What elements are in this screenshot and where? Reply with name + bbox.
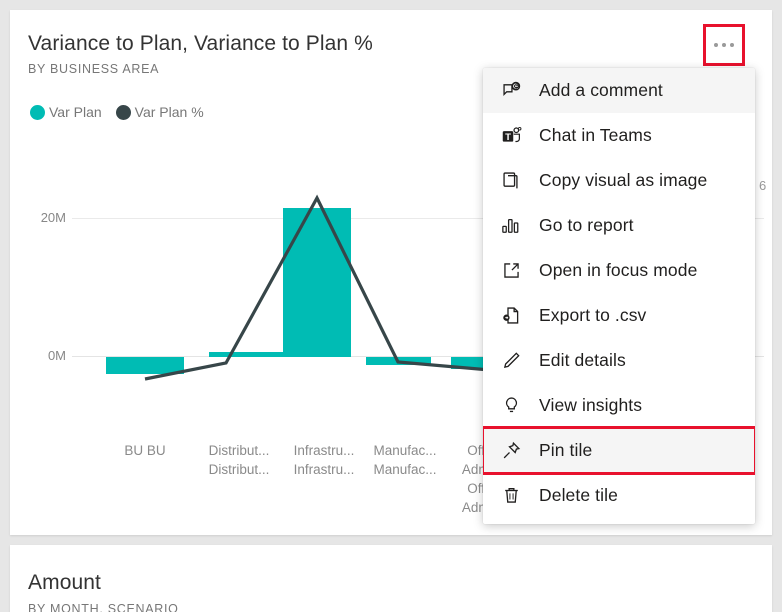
x-axis-category-distribution: Distribut... Distribut... — [193, 441, 285, 479]
trash-icon — [501, 485, 531, 507]
menu-item-export-to-csv[interactable]: Export to .csv — [483, 293, 755, 338]
menu-item-label: Add a comment — [539, 80, 663, 100]
menu-item-pin-tile[interactable]: Pin tile — [483, 426, 755, 475]
menu-item-open-in-focus-mode[interactable]: Open in focus mode — [483, 248, 755, 293]
x-axis-category-infrastructure: Infrastru... Infrastru... — [278, 441, 370, 479]
menu-item-delete-tile[interactable]: Delete tile — [483, 473, 755, 518]
menu-item-add-a-comment[interactable]: Add a comment — [483, 68, 755, 113]
legend-swatch-icon — [115, 104, 131, 120]
tile-subtitle: BY MONTH, SCENARIO — [28, 602, 179, 612]
x-axis-label-line: Distribut... — [208, 443, 270, 458]
legend-label: Var Plan — [49, 104, 102, 120]
bar-chart-icon — [501, 215, 531, 237]
menu-item-go-to-report[interactable]: Go to report — [483, 203, 755, 248]
legend-swatch-icon — [30, 104, 45, 120]
tile-subtitle: BY BUSINESS AREA — [28, 62, 160, 76]
x-axis-category-bu: BU BU — [106, 441, 184, 460]
tile-amount[interactable]: Amount BY MONTH, SCENARIO — [10, 545, 772, 612]
chart-legend: Var Plan Var Plan % — [30, 104, 204, 120]
tile-context-menu[interactable]: Add a comment T Chat in Teams Copy visua… — [483, 68, 755, 524]
menu-item-label: Open in focus mode — [539, 260, 698, 280]
teams-icon: T — [501, 125, 531, 147]
menu-item-label: Delete tile — [539, 485, 618, 505]
menu-item-label: Chat in Teams — [539, 125, 652, 145]
x-axis-label-line: Distribut... — [208, 462, 270, 477]
pin-icon — [501, 440, 531, 462]
pencil-icon — [501, 350, 531, 372]
tile-title: Amount — [28, 571, 101, 594]
menu-item-label: Copy visual as image — [539, 170, 708, 190]
legend-item-var-plan-pct[interactable]: Var Plan % — [115, 104, 204, 120]
menu-item-label: Go to report — [539, 215, 634, 235]
lightbulb-icon — [501, 395, 531, 417]
x-axis-category-manufacturing: Manufac... Manufac... — [359, 441, 451, 479]
menu-item-label: Pin tile — [539, 440, 593, 460]
tile-title: Variance to Plan, Variance to Plan % — [28, 32, 373, 55]
x-axis-labels: BU BU Distribut... Distribut... Infrastr… — [10, 435, 500, 530]
menu-item-chat-in-teams[interactable]: T Chat in Teams — [483, 113, 755, 158]
focus-mode-icon — [501, 260, 531, 282]
x-axis-label-line: Infrastru... — [293, 462, 355, 477]
ellipsis-icon — [714, 43, 734, 47]
more-options-button[interactable] — [703, 24, 745, 66]
menu-item-copy-visual-as-image[interactable]: Copy visual as image — [483, 158, 755, 203]
legend-item-var-plan[interactable]: Var Plan — [30, 104, 102, 120]
x-axis-label-line: Manufac... — [373, 443, 437, 458]
x-axis-label-line: BU BU — [124, 443, 166, 458]
dashboard-canvas: Variance to Plan, Variance to Plan % BY … — [0, 0, 782, 612]
legend-label: Var Plan % — [134, 104, 204, 120]
comment-icon — [501, 80, 531, 102]
copy-icon — [501, 170, 531, 192]
menu-item-edit-details[interactable]: Edit details — [483, 338, 755, 383]
x-axis-label-line: Infrastru... — [293, 443, 355, 458]
svg-text:T: T — [505, 132, 511, 143]
menu-item-label: View insights — [539, 395, 643, 415]
menu-item-label: Export to .csv — [539, 305, 647, 325]
menu-item-label: Edit details — [539, 350, 626, 370]
export-csv-icon — [501, 305, 531, 327]
menu-item-view-insights[interactable]: View insights — [483, 383, 755, 428]
x-axis-label-line: Manufac... — [373, 462, 437, 477]
